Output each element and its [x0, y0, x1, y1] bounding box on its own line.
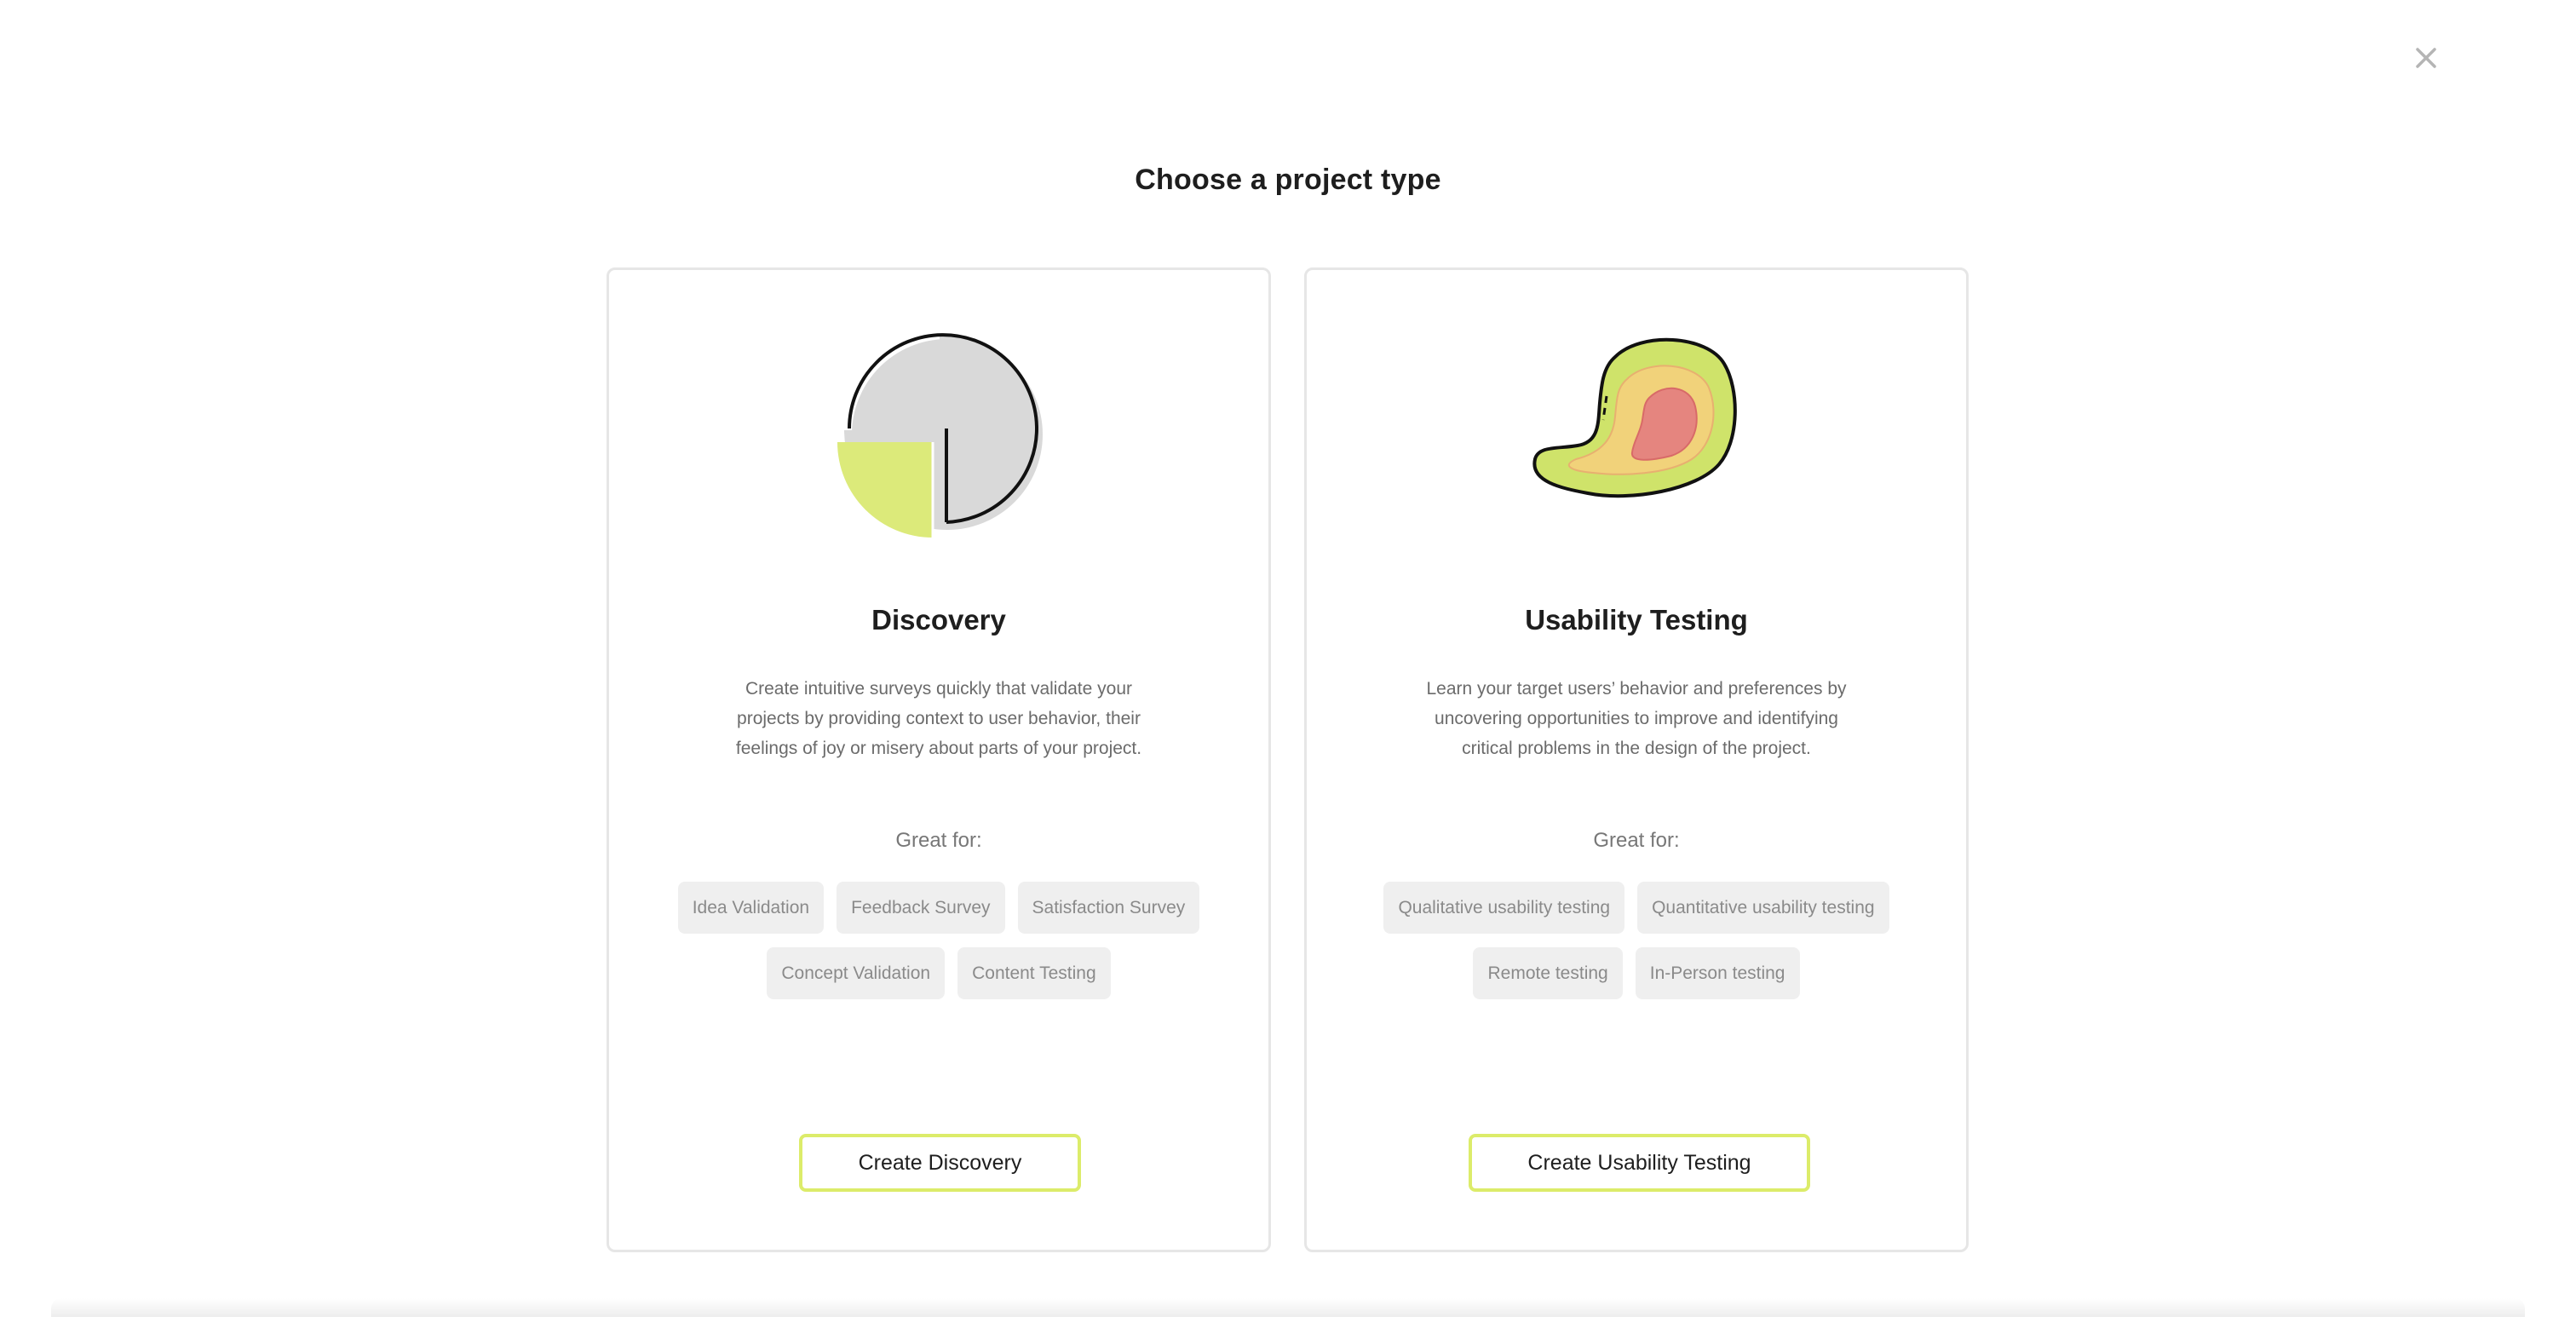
tag: Content Testing [957, 947, 1111, 999]
close-button[interactable] [2407, 39, 2445, 77]
project-type-dialog: Choose a project type Discovery Create i… [0, 0, 2576, 1317]
page-title: Choose a project type [1135, 164, 1441, 196]
discovery-illustration [609, 270, 1268, 551]
tag: Satisfaction Survey [1017, 882, 1200, 934]
tag: Remote testing [1473, 947, 1623, 999]
great-for-label: Great for: [1593, 829, 1680, 852]
create-usability-testing-button[interactable]: Create Usability Testing [1469, 1134, 1810, 1192]
usability-testing-card[interactable]: Usability Testing Learn your target user… [1304, 267, 1969, 1252]
discovery-card[interactable]: Discovery Create intuitive surveys quick… [607, 267, 1271, 1252]
create-discovery-button[interactable]: Create Discovery [799, 1134, 1081, 1192]
usability-illustration [1307, 270, 1966, 551]
card-description: Create intuitive surveys quickly that va… [735, 679, 1142, 758]
tag-list: Qualitative usability testing Quantitati… [1341, 882, 1932, 999]
tag: Qualitative usability testing [1383, 882, 1625, 934]
pie-chart-icon [837, 333, 1043, 538]
card-description: Learn your target users’ behavior and pr… [1426, 679, 1847, 758]
card-title: Usability Testing [1525, 604, 1748, 635]
tag: Concept Validation [767, 947, 946, 999]
great-for-label: Great for: [895, 829, 982, 852]
close-icon [2416, 48, 2436, 68]
bottom-shadow [51, 1298, 2525, 1317]
tag: Feedback Survey [837, 882, 1005, 934]
tag: In-Person testing [1635, 947, 1800, 999]
tag: Quantitative usability testing [1637, 882, 1889, 934]
tag: Idea Validation [677, 882, 825, 934]
tag-list: Idea Validation Feedback Survey Satisfac… [643, 882, 1234, 999]
heatmap-icon [1532, 337, 1737, 498]
card-title: Discovery [871, 604, 1006, 635]
